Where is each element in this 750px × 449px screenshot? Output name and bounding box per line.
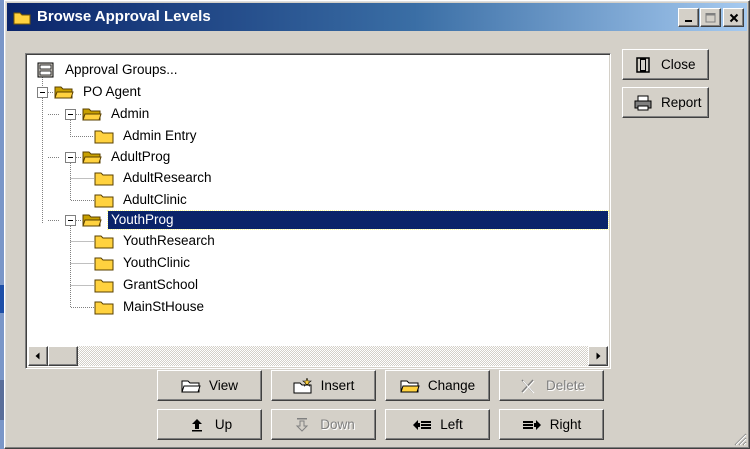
folder-open-icon (54, 86, 74, 99)
scroll-left-arrow-icon (35, 352, 40, 360)
scroll-right-button[interactable] (588, 346, 608, 366)
tree-root-label: Approval Groups... (65, 62, 178, 77)
tree-node-label: YouthResearch (123, 233, 215, 248)
report-button[interactable]: Report (622, 87, 709, 118)
tree-node-youthclinic[interactable]: YouthClinic (94, 253, 193, 273)
arrow-left-icon (412, 417, 432, 433)
tree-node-adultprog[interactable]: AdultProg (82, 147, 173, 167)
tree-root-approval-groups[interactable]: Approval Groups... (36, 60, 181, 80)
horizontal-scrollbar[interactable] (28, 346, 608, 366)
tree-node-mainsthouse[interactable]: MainStHouse (94, 297, 207, 317)
tree-node-youthresearch[interactable]: YouthResearch (94, 231, 218, 251)
minimize-button[interactable] (678, 8, 699, 27)
right-button-label: Right (549, 417, 582, 432)
title-bar[interactable]: Browse Approval Levels (7, 3, 747, 31)
folder-icon (94, 279, 114, 293)
folder-icon (94, 301, 114, 315)
folder-open-icon (82, 214, 102, 227)
tree-node-admin-entry[interactable]: Admin Entry (94, 126, 200, 146)
scroll-right-arrow-icon (596, 352, 601, 360)
view-folder-icon (181, 378, 201, 394)
report-button-label: Report (661, 95, 702, 110)
close-button-label: Close (661, 57, 696, 72)
up-button[interactable]: Up (157, 409, 262, 440)
change-button-label: Change (427, 378, 476, 393)
delete-icon (518, 378, 538, 394)
folder-icon (13, 12, 31, 25)
browse-approval-levels-window: Browse Approval Levels Approval Groups..… (4, 0, 750, 449)
tree-node-label: AdultResearch (123, 170, 212, 185)
folder-icon (94, 194, 114, 208)
down-button[interactable]: Down (271, 409, 376, 440)
down-button-label: Down (320, 417, 355, 432)
folder-icon (94, 257, 114, 271)
scroll-thumb[interactable] (48, 346, 78, 366)
left-button[interactable]: Left (385, 409, 490, 440)
tree-node-po-agent[interactable]: PO Agent (54, 82, 144, 102)
tree-node-label: YouthClinic (123, 255, 191, 270)
maximize-button[interactable] (700, 8, 721, 27)
scroll-left-button[interactable] (28, 346, 48, 366)
folder-icon (94, 235, 114, 249)
view-button[interactable]: View (157, 370, 262, 401)
resize-grip-icon[interactable] (733, 432, 747, 446)
tree-node-label: GrantSchool (123, 277, 199, 292)
left-button-label: Left (440, 417, 463, 432)
change-button[interactable]: Change (385, 370, 490, 401)
window-title: Browse Approval Levels (37, 8, 211, 25)
delete-button[interactable]: Delete (499, 370, 604, 401)
up-button-label: Up (214, 417, 233, 432)
maximize-icon (705, 12, 716, 22)
insert-button[interactable]: Insert (271, 370, 376, 401)
folder-icon (94, 130, 114, 144)
tree-node-label: Admin Entry (123, 128, 197, 143)
tree-node-admin[interactable]: Admin (82, 104, 152, 124)
tree-node-label: Admin (111, 106, 150, 121)
expand-toggle-adultprog[interactable] (65, 152, 76, 163)
insert-folder-icon (293, 377, 313, 394)
close-door-icon (633, 56, 653, 73)
expand-toggle-po-agent[interactable] (37, 87, 48, 98)
expand-toggle-youthprog[interactable] (65, 215, 76, 226)
tree-node-adultresearch[interactable]: AdultResearch (94, 168, 215, 188)
tree-node-adultclinic[interactable]: AdultClinic (94, 190, 190, 210)
folder-icon (94, 172, 114, 186)
close-icon (729, 13, 738, 22)
tree-node-label: AdultClinic (123, 192, 187, 207)
right-button[interactable]: Right (499, 409, 604, 440)
view-button-label: View (208, 378, 239, 393)
tree-node-label: PO Agent (83, 84, 141, 99)
tree-node-grantschool[interactable]: GrantSchool (94, 275, 201, 295)
tree-node-label: AdultProg (111, 149, 171, 164)
folder-open-icon (82, 108, 102, 121)
delete-button-label: Delete (545, 378, 586, 393)
close-window-button[interactable] (723, 8, 744, 27)
minimize-icon (684, 19, 692, 22)
tree-node-label: MainStHouse (123, 299, 205, 314)
arrow-up-icon (187, 417, 207, 433)
tree-node-label: YouthProg (107, 210, 609, 230)
change-folder-icon (400, 378, 420, 394)
insert-button-label: Insert (320, 378, 355, 393)
close-button[interactable]: Close (622, 49, 709, 80)
tree-node-youthprog[interactable]: YouthProg (82, 210, 609, 230)
printer-icon (633, 95, 653, 111)
arrow-down-icon (292, 417, 312, 433)
arrow-right-icon (522, 417, 542, 433)
folder-open-icon (82, 151, 102, 164)
expand-toggle-admin[interactable] (65, 109, 76, 120)
cabinet-icon (37, 62, 54, 78)
approval-tree-view[interactable]: Approval Groups... PO Agent Admin Admin … (25, 53, 611, 369)
